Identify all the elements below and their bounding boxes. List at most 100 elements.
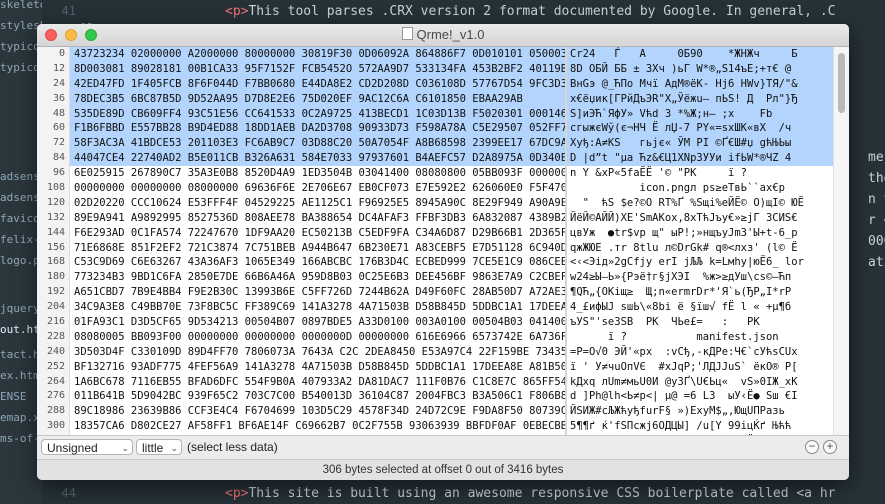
text-row[interactable]: d ]Ph@lh<Ь≠р<| µ@ =6 L3 ыУ‹Ё● Sш €I [567, 389, 833, 404]
document-icon [401, 27, 413, 40]
editor-code-line-bottom: <p>This site is built using an awesome r… [225, 486, 835, 501]
code-fragment: the [868, 171, 885, 186]
sidebar-file-item[interactable]: ENSE [0, 390, 27, 403]
offset-label: 228 [46, 330, 65, 342]
text-row[interactable]: w24≥Ы–Ь»{Pэё†г§jХЭI %ж>≥дУш\cs©—Ћп [567, 270, 833, 285]
hex-row[interactable]: BF132716 93ADF775 4FEF56A9 141A3278 4A71… [70, 360, 580, 375]
hex-content-area[interactable]: 0 12 24 36 48 60 72 84 96 108 120 132 144 156 168 180 19… [37, 47, 849, 462]
hex-row[interactable]: 78DEC3B5 6BC87B5D 9D52AA95 D7D8E2E6 75D0… [70, 91, 565, 107]
editor-file-sidebar: skeleton.cssstylesheet.csstypicontypicon… [0, 0, 93, 504]
offset-label: 60 [52, 122, 65, 134]
offset-label: 36 [52, 92, 65, 104]
text-row[interactable]: Хуђ:А≠KS гьјє« ЎМ PI ©Ґ€Ш#џ gћЊЬы [567, 136, 833, 152]
hex-row[interactable]: 3D503D4F C330109D 89D4FF70 7806073A 7643… [70, 345, 586, 360]
hex-row[interactable]: 18357CA6 D802CE27 AF58FF1 BF6AE14F C6966… [70, 419, 573, 434]
endianness-select[interactable]: little ⌄ [136, 439, 182, 455]
text-row[interactable]: kДхq лUm≠мьU0И @у3Ґ\U€Ьц« vS»0IЖ_хК [567, 375, 833, 390]
offset-label: 24 [52, 77, 65, 89]
text-row[interactable]: 8D ОБЙ ББ ± 3Хч )ьГ W*®„S14ъЕ;+т€ @ [567, 61, 833, 77]
offset-label: 96 [52, 167, 65, 179]
text-row[interactable]: S]иЭЋ`ЯфУ» Vћd 3 *%Ж;н– ;х Fb [567, 106, 833, 122]
text-row[interactable]: qжЖЮЕ .тr 8tlu л©DrGk# q®<лхз' (l© Ё [567, 241, 833, 256]
code-tag: <p> [225, 4, 249, 19]
hex-row[interactable]: 535DE89D CB609FF4 93C51E56 CC641533 0C2A… [70, 106, 580, 122]
hex-row[interactable]: 42ED47FD 1F405FCB 8F6F044D F7BB0680 E44D… [70, 76, 580, 92]
hex-row[interactable]: F1B6FBBD E557BB28 B9D4ED88 18DD1AEB DA2D… [70, 121, 580, 137]
sidebar-file-item[interactable]: adsens [0, 191, 40, 204]
offset-label: 264 [46, 375, 65, 387]
offset-column: 0 12 24 36 48 60 72 84 96 108 120 132 144 156 168 180 19… [37, 47, 70, 435]
title-bar[interactable]: Qrme!_v1.0 [37, 24, 849, 47]
text-row[interactable]: ЙёЙ©АЙЙ)ХЕ'SmАКох‚8хТћЈъу€»≥јГ ЗСИЅ€ [567, 211, 833, 226]
hex-row[interactable]: 8D003081 89028181 00B1CA33 95F7152F FCB5… [70, 61, 580, 77]
hex-row[interactable]: 011B641B 5D9042BC 939F65C2 703C7C00 B540… [70, 389, 580, 404]
endianness-value: little [142, 441, 164, 455]
hex-row[interactable]: 08080005 BB093F00 00000000 00000000 0000… [70, 330, 580, 345]
hex-row[interactable]: 89E9A941 A9892995 8527536D 808AEE78 BA38… [70, 211, 580, 226]
hex-row[interactable]: 44047CE4 22740AD2 B5E011CB B326A631 584E… [70, 151, 580, 167]
text-row[interactable]: 4_£ифЫЈ sшЬ\«8bi ё §їш√ fЁ l « +µ¶б [567, 300, 833, 315]
hex-row[interactable]: 34C9A3E8 C49BB70E 73F8BC5C FF389C69 141A… [70, 300, 580, 315]
hex-row[interactable]: C53C9D69 C6E63267 43A36AF3 1065E349 166A… [70, 255, 580, 270]
offset-label: 72 [52, 137, 65, 149]
scrollbar-thumb[interactable] [838, 53, 845, 113]
text-row[interactable]: ЙЅИЖ#сЉЖћуђfurF§ »)ЕхуМ$„‚ЮщUПРазь [567, 404, 833, 419]
hex-row[interactable]: 89C18986 23639B86 CCF3E4C4 F6704699 103D… [70, 404, 580, 419]
hex-row[interactable]: 773234B3 9BD1C6FA 2850E7DE 66B6A46A 959D… [70, 270, 580, 285]
offset-label: 84 [52, 152, 65, 164]
offset-label: 288 [46, 405, 65, 417]
code-text: This tool parses .CRX version 2 format d… [248, 4, 836, 19]
text-row[interactable]: =P=О√0 ЭЙ'«рх :vCђ,-кДРе:Ч€`сУћsСUх [567, 345, 833, 360]
data-type-select[interactable]: Unsigned Int⌄ [41, 439, 133, 471]
hex-row[interactable]: A651CBD7 7B9E4BB4 F9E2B30C 13993B6E C5FF… [70, 285, 580, 300]
inspector-hint: (select less data) [187, 440, 278, 454]
offset-label: 204 [46, 301, 65, 313]
text-row[interactable]: x€ёџик[ГРйДъЭR"Х„Ўёжu– пЬS! Д Рл"}Ђ [567, 91, 833, 107]
offset-label: 252 [46, 360, 65, 372]
hex-row[interactable]: 6E025915 267890C7 35A3E0B8 8520D4A9 1ED3… [70, 166, 580, 181]
code-fragment: ation [868, 255, 885, 270]
offset-label: 120 [46, 196, 65, 208]
hex-viewer-window: Qrme!_v1.0 0 12 24 36 48 60 72 84 96 108 120 132 144… [37, 24, 849, 480]
sidebar-file-item[interactable]: adsens [0, 170, 40, 183]
editor-code-line-top: <p>This tool parses .CRX version 2 forma… [225, 4, 835, 19]
hex-row[interactable]: 1A6BC678 7116EB55 BFAD6DFC 554F9B0A 4079… [70, 375, 573, 390]
line-number: 41 [61, 4, 76, 18]
hex-row[interactable]: 00000000 00000000 08000000 69636F6E 2E70… [70, 181, 580, 196]
window-title-text: Qrme!_v1.0 [416, 27, 485, 42]
text-row[interactable]: ¶QЋ„{ОКiщ≥ Щ;n«ermrDr*'Я`ь(ЂР„I*rР [567, 285, 833, 300]
code-fragment: me Ex [868, 150, 885, 165]
text-column[interactable]: Cr24 Ѓ A 0Б90 *ЖНЖч Б 8D ОБЙ ББ ± 3Хч )ьГ… [567, 47, 833, 435]
text-row[interactable]: ї ' У≠чuОпVЄ #хJqР;'ЛДЈЈuS` ёкО® Р[ [567, 360, 833, 375]
text-row[interactable]: " ћS $e?©О RТ%Ґ %Sщі%еЙЁ© О)щI© ЮЁ [567, 196, 833, 211]
text-row[interactable]: 5¶¶ґ ќ'fSПсжj6ОДЦЫ] /u[Y 99іцЌґ Њћћ [567, 419, 833, 434]
hex-row[interactable]: 02D20220 CCC10624 E53FFF4F 04529225 AE11… [70, 196, 580, 211]
text-row[interactable]: Cr24 Ѓ A 0Б90 *ЖНЖч Б [567, 47, 833, 62]
vertical-scrollbar[interactable] [833, 47, 849, 435]
add-inspector-button[interactable]: + [823, 440, 837, 454]
text-row[interactable]: ъУS"'se3SB PK ЧЬе£= : PK [567, 315, 833, 330]
hex-row[interactable]: 43723234 02000000 A2000000 80000000 3081… [70, 47, 580, 62]
text-row[interactable]: цвУж ●tr$vp щ" ыР!;»нщъуЈmЗ'Ы+t-6_р [567, 226, 833, 241]
code-fragment: 000</ [868, 234, 885, 249]
chevron-down-icon: ⌄ [170, 443, 178, 453]
offset-label: 276 [46, 390, 65, 402]
text-row[interactable]: D |d”t "µа Ћz&€Ц1ХNр3УУи іfЬW*®ЧZ 4 [567, 151, 833, 167]
text-row[interactable]: n Y &хР«5fаЁЁ '© "PK ї ? [567, 166, 833, 181]
text-row[interactable]: сгыжєWў(є¬НЧ Ё лЏ-7 PY«=sхШК«вХ /ч [567, 121, 833, 137]
hex-row[interactable]: 58F3AC3A 41BDCE53 201103E3 FC6AB9C7 03D8… [70, 136, 580, 152]
offset-label: 12 [52, 62, 65, 74]
text-row[interactable]: <‹<Эiд»2gCfjy erI jЉЉ k=Lмhу|юЁ6_ lor [567, 255, 833, 270]
hex-row[interactable]: 71E6868E 851F2EF2 721C3874 7C751BEB A944… [70, 241, 580, 256]
text-row[interactable]: ї ? manifest.json [567, 330, 833, 345]
hex-row[interactable]: F6E293AD 0C1FA574 72247670 1DF9AA20 EC50… [70, 226, 580, 241]
remove-inspector-button[interactable]: − [805, 440, 819, 454]
offset-label: 240 [46, 345, 65, 357]
offset-label: 180 [46, 271, 65, 283]
hex-bytes-column[interactable]: 43723234 02000000 A2000000 80000000 3081… [70, 47, 586, 462]
text-row[interactable]: ВнGэ @_ЋПо Мчї АдМ®ёК- Hj6 HWv}ТЯ/"& [567, 76, 833, 92]
offset-label: 132 [46, 211, 65, 223]
offset-label: 48 [52, 107, 65, 119]
hex-row[interactable]: 01FA93C1 D3D5CF65 9D534213 00504B07 0897… [70, 315, 580, 330]
text-row[interactable]: icon.pngл ps≥eТвЬ``ах€р [567, 181, 833, 196]
